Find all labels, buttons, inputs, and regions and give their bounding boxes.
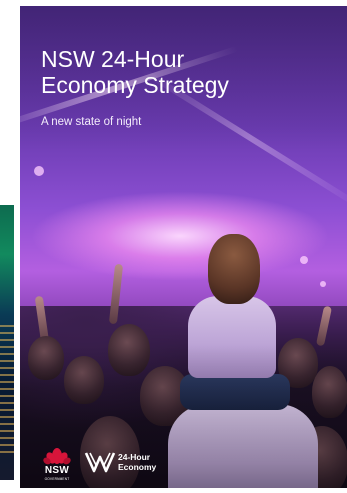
economy-wordmark-line2: Economy xyxy=(118,462,157,472)
strategy-cover[interactable]: NSW 24-Hour Economy Strategy A new state… xyxy=(20,6,347,488)
wave-mark-icon xyxy=(84,452,116,473)
back-cover-edge xyxy=(0,205,14,480)
economy-wordmark: 24-Hour Economy xyxy=(118,452,156,472)
economy-wordmark-line1: 24-Hour xyxy=(118,452,151,462)
waratah-icon xyxy=(43,448,71,465)
cover-title: NSW 24-Hour Economy Strategy xyxy=(41,46,331,98)
cover-subtitle: A new state of night xyxy=(41,116,142,128)
nsw-government-logo: NSW GOVERNMENT xyxy=(40,446,74,486)
city-lights xyxy=(0,325,14,455)
24-hour-economy-logo: 24-Hour Economy xyxy=(84,447,174,479)
cover-title-line2: Economy Strategy xyxy=(41,72,229,98)
nsw-government-label: GOVERNMENT xyxy=(44,477,70,481)
cover-title-line1: NSW 24-Hour xyxy=(41,46,185,72)
nsw-wordmark: NSW xyxy=(44,465,70,476)
